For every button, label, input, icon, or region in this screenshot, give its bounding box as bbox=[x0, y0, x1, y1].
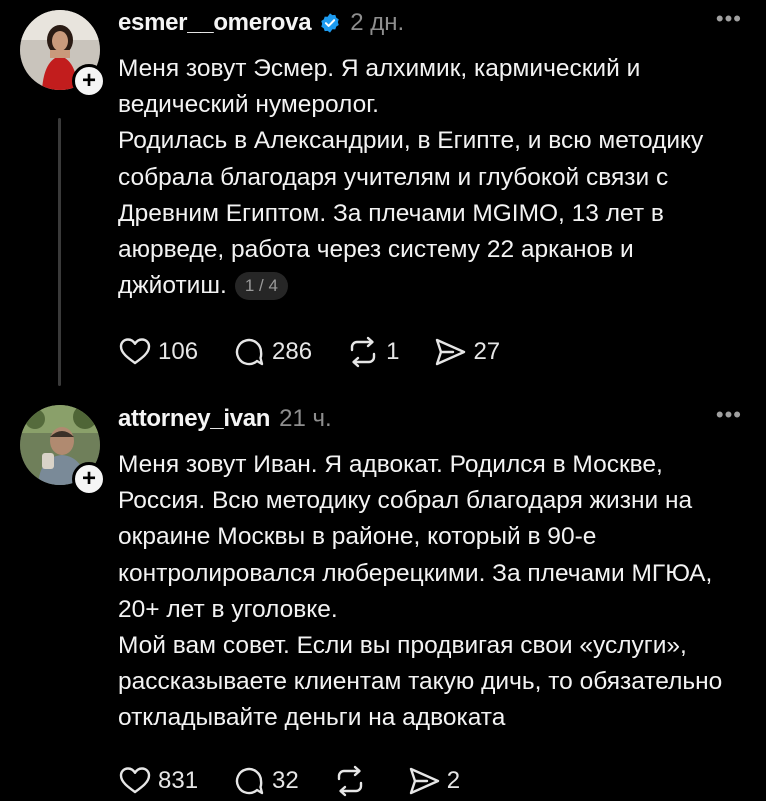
more-options-icon[interactable]: ••• bbox=[716, 8, 742, 30]
repost-count: 1 bbox=[386, 338, 400, 365]
like-button[interactable]: 106 bbox=[118, 335, 198, 369]
thread-post: + esmer__omerova 2 дн. ••• Меня зовут Эс… bbox=[0, 0, 766, 395]
follow-button[interactable]: + bbox=[72, 462, 106, 496]
username[interactable]: attorney_ivan bbox=[118, 405, 270, 433]
repost-button[interactable] bbox=[333, 764, 373, 798]
post-text: Меня зовут Эсмер. Я алхимик, кармический… bbox=[118, 51, 758, 304]
share-count: 2 bbox=[446, 767, 461, 794]
post-header: attorney_ivan 21 ч. ••• bbox=[118, 402, 746, 436]
repost-icon bbox=[350, 336, 376, 368]
comment-count: 32 bbox=[272, 767, 299, 794]
post-header: esmer__omerova 2 дн. ••• bbox=[118, 6, 746, 40]
page-counter: 1 / 4 bbox=[234, 272, 288, 301]
post-time: 21 ч. bbox=[279, 405, 332, 432]
thread-line bbox=[58, 118, 61, 386]
comment-button[interactable]: 32 bbox=[232, 764, 299, 798]
post-text: Меня зовут Иван. Я адвокат. Родился в Мо… bbox=[118, 447, 766, 737]
like-count: 831 bbox=[158, 767, 199, 794]
repost-icon bbox=[337, 765, 362, 797]
post-time: 2 дн. bbox=[350, 9, 405, 36]
share-button[interactable]: 2 bbox=[407, 764, 460, 798]
verified-badge-icon bbox=[321, 13, 339, 33]
comment-icon bbox=[235, 767, 264, 795]
like-count: 106 bbox=[158, 338, 199, 365]
share-count: 27 bbox=[473, 338, 501, 365]
heart-icon bbox=[119, 338, 151, 365]
action-bar: 106 286 1 27 bbox=[118, 332, 534, 372]
follow-button[interactable]: + bbox=[72, 64, 106, 98]
like-button[interactable]: 831 bbox=[118, 764, 198, 798]
heart-icon bbox=[119, 767, 151, 794]
repost-button[interactable]: 1 bbox=[346, 335, 399, 369]
action-bar: 831 32 2 bbox=[118, 761, 494, 801]
comment-count: 286 bbox=[272, 338, 313, 365]
more-options-icon[interactable]: ••• bbox=[716, 404, 742, 426]
send-icon bbox=[436, 338, 466, 366]
post-text-content: Меня зовут Эсмер. Я алхимик, кармический… bbox=[118, 55, 704, 300]
thread-post: + attorney_ivan 21 ч. ••• Меня зовут Ива… bbox=[0, 395, 766, 800]
plus-icon: + bbox=[81, 67, 96, 94]
comment-icon bbox=[235, 338, 264, 366]
username[interactable]: esmer__omerova bbox=[118, 9, 312, 37]
send-icon bbox=[409, 767, 439, 795]
share-button[interactable]: 27 bbox=[433, 335, 500, 369]
plus-icon: + bbox=[81, 465, 96, 492]
comment-button[interactable]: 286 bbox=[232, 335, 312, 369]
post-text-content: Меня зовут Иван. Я адвокат. Родился в Мо… bbox=[118, 451, 723, 732]
